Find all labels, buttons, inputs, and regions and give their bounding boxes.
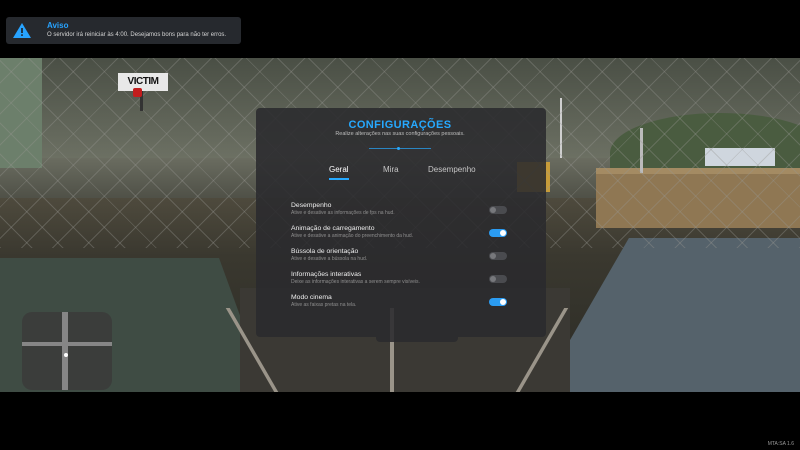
- option-label: Desempenho: [291, 202, 332, 209]
- toggle-informacoes-interativas[interactable]: [489, 275, 507, 283]
- notification-message: O servidor irá reiniciar às 4:00. Deseja…: [47, 32, 227, 38]
- wall: [596, 168, 800, 228]
- building: [0, 58, 42, 168]
- option-label: Animação de carregamento: [291, 225, 375, 232]
- wall-top: [596, 168, 800, 174]
- version-label: MTA:SA 1.6: [767, 441, 794, 447]
- cinema-bar-bottom: [0, 392, 800, 450]
- minimap: [22, 312, 112, 390]
- option-label: Modo cinema: [291, 294, 332, 301]
- tab-desempenho[interactable]: Desempenho: [428, 165, 476, 174]
- option-informacoes-interativas: Informações interativas Deixe as informa…: [291, 271, 511, 291]
- toggle-knob: [500, 299, 506, 305]
- option-description: Deixe as informações interativas a serem…: [291, 279, 420, 285]
- option-label: Informações interativas: [291, 271, 362, 278]
- title-divider: [369, 148, 431, 149]
- minimap-road: [22, 342, 112, 346]
- victim-sign: VICTIM: [118, 73, 168, 91]
- tab-mira[interactable]: Mira: [383, 165, 399, 174]
- settings-title: CONFIGURAÇÕES: [348, 119, 452, 131]
- tab-geral[interactable]: Geral: [329, 165, 349, 174]
- active-tab-indicator: [329, 178, 349, 180]
- option-description: Ative e desative a bússola na hud.: [291, 256, 368, 262]
- divider-dot: [397, 147, 400, 150]
- settings-panel-handle: [376, 337, 458, 342]
- warning-icon: [13, 23, 31, 38]
- option-bussola-orientacao: Bússola de orientação Ative e desative a…: [291, 248, 511, 268]
- notification-title: Aviso: [47, 21, 69, 30]
- option-description: Ative e desative as informações de fps n…: [291, 210, 395, 216]
- toggle-bussola-orientacao[interactable]: [489, 252, 507, 260]
- option-animacao-carregamento: Animação de carregamento Ative e desativ…: [291, 225, 511, 245]
- option-label: Bússola de orientação: [291, 248, 359, 255]
- toggle-modo-cinema[interactable]: [489, 298, 507, 306]
- option-description: Ative as faixas pretas na tela.: [291, 302, 357, 308]
- toggle-knob: [490, 276, 496, 282]
- toggle-desempenho[interactable]: [489, 206, 507, 214]
- truck: [705, 148, 775, 166]
- toggle-knob: [490, 253, 496, 259]
- toggle-knob: [500, 230, 506, 236]
- toggle-knob: [490, 207, 496, 213]
- stop-sign: [133, 88, 142, 97]
- notification: Aviso O servidor irá reiniciar às 4:00. …: [6, 17, 241, 44]
- option-modo-cinema: Modo cinema Ative as faixas pretas na te…: [291, 294, 511, 314]
- toggle-animacao-carregamento[interactable]: [489, 229, 507, 237]
- settings-subtitle: Realize alterações nas suas configuraçõe…: [335, 131, 465, 137]
- minimap-road: [62, 312, 68, 390]
- player-marker: [64, 353, 68, 357]
- option-description: Ative e desative a animação do preenchim…: [291, 233, 414, 239]
- option-desempenho: Desempenho Ative e desative as informaçõ…: [291, 202, 511, 222]
